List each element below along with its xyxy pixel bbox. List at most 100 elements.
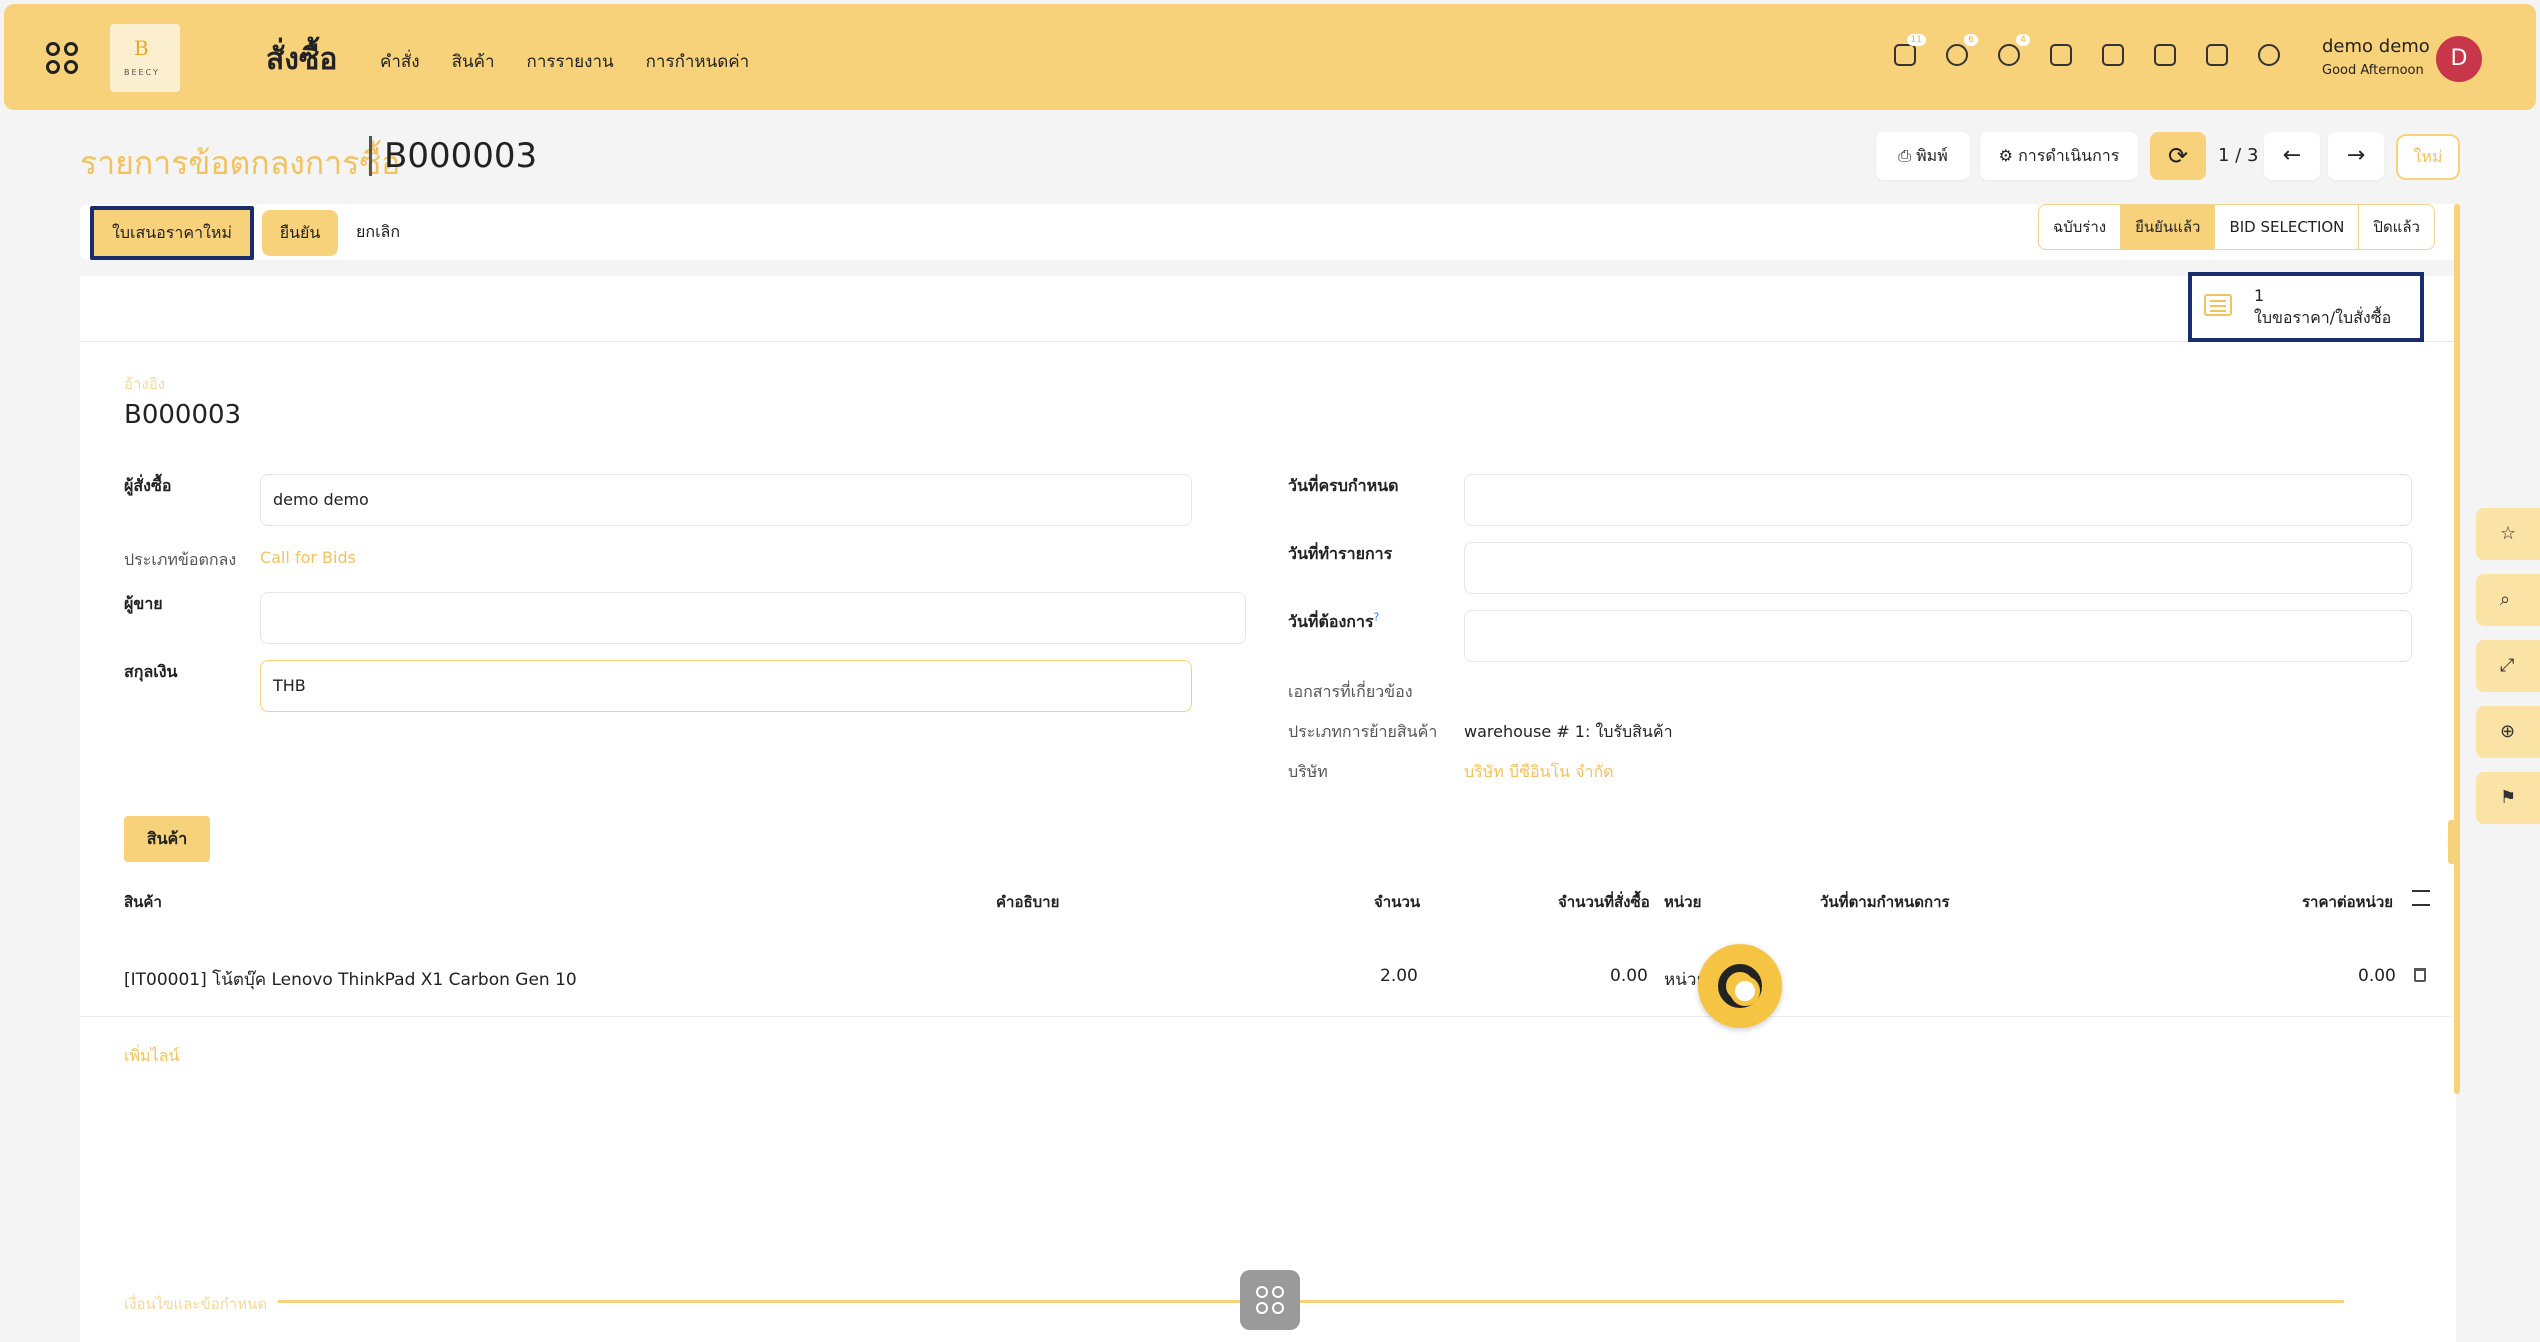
help-lifebuoy-button[interactable] <box>1698 944 1782 1028</box>
add-line-link[interactable]: เพิ่มไลน์ <box>124 1044 179 1069</box>
stage-draft[interactable]: ฉบับร่าง <box>2039 205 2122 249</box>
messages-badge: 6 <box>1964 34 1978 46</box>
gear-icon: ⚙ <box>1998 146 2019 165</box>
rfq-count: 1 <box>2254 286 2265 305</box>
apps-menu-icon[interactable] <box>46 42 80 76</box>
breadcrumb-current: B000003 <box>384 136 538 176</box>
vendor-field[interactable] <box>260 592 1246 644</box>
trash-icon[interactable] <box>2414 968 2426 982</box>
vertical-scrollbar[interactable] <box>2454 204 2460 1094</box>
menu-item-reporting[interactable]: การรายงาน <box>527 48 614 75</box>
cell-product: [IT00001] โน้ตบุ๊ค Lenovo ThinkPad X1 Ca… <box>124 970 577 990</box>
refresh-button[interactable]: ⟳ <box>2150 132 2206 180</box>
breadcrumb-parent[interactable]: รายการข้อตกลงการซื้อ <box>80 138 400 189</box>
terms-field[interactable] <box>278 1300 2344 1303</box>
status-stages: ฉบับร่าง ยืนยันแล้ว BID SELECTION ปิดแล้… <box>2038 204 2435 250</box>
button-box: 1 ใบขอราคา/ใบสั่งซื้อ <box>80 272 2456 342</box>
terms-label: เงื่อนไขและข้อกำหนด <box>124 1295 268 1313</box>
schedule-date-label: วันที่ต้องการ? <box>1288 610 1380 631</box>
search-button[interactable]: ⌕ <box>2476 574 2540 626</box>
purchaser-label: ผู้สั่งซื้อ <box>124 476 172 495</box>
picking-type-value: warehouse # 1: ใบรับสินค้า <box>1464 722 1673 741</box>
apps-fab-button[interactable] <box>1240 1270 1300 1330</box>
refresh-icon: ⟳ <box>2167 142 2189 170</box>
zoom-in-icon: ⊕ <box>2500 721 2516 742</box>
tab-products[interactable]: สินค้า <box>124 816 210 862</box>
column-uom[interactable]: หน่วย <box>1664 890 1701 914</box>
agreement-type-link[interactable]: Call for Bids <box>260 548 356 567</box>
vendor-label: ผู้ขาย <box>124 594 163 613</box>
column-ordered-quantity[interactable]: จำนวนที่สั่งซื้อ <box>1558 890 1650 914</box>
note-icon[interactable] <box>2206 44 2228 66</box>
cell-quantity: 2.00 <box>1380 966 1418 986</box>
ordering-date-label: วันที่ทำรายการ <box>1288 544 1393 563</box>
deadline-field[interactable] <box>1464 474 2412 526</box>
stage-bid-selection[interactable]: BID SELECTION <box>2215 205 2360 249</box>
company-switch-icon[interactable] <box>2050 44 2072 66</box>
bookmark-icon: ⚑ <box>2500 787 2517 808</box>
lightbulb-icon[interactable] <box>2258 44 2280 66</box>
systray: 11 6 4 <box>1894 34 2280 66</box>
messages-icon[interactable]: 6 <box>1946 34 1978 66</box>
greeting: Good Afternoon <box>2322 63 2424 78</box>
bookmark-button[interactable]: ⚑ <box>2476 772 2540 824</box>
top-navbar: B BEECY สั่งซื้อ คำสั่ง สินค้า การรายงาน… <box>4 4 2536 110</box>
printer-icon: ⎙ <box>1898 146 1917 165</box>
stage-confirmed[interactable]: ยืนยันแล้ว <box>2121 205 2216 249</box>
pager-previous-button[interactable]: ← <box>2264 132 2320 180</box>
app-title[interactable]: สั่งซื้อ <box>266 36 337 83</box>
new-button[interactable]: ใหม่ <box>2396 134 2460 180</box>
scrollbar-thumb[interactable] <box>2448 820 2456 864</box>
code-icon[interactable] <box>2102 44 2124 66</box>
schedule-date-field[interactable] <box>1464 610 2412 662</box>
side-toolbar: ☆ ⌕ ⤢ ⊕ ⚑ <box>2476 508 2540 838</box>
breadcrumb-separator <box>369 136 372 176</box>
avatar[interactable]: D <box>2436 36 2482 82</box>
stage-closed[interactable]: ปิดแล้ว <box>2359 205 2434 249</box>
currency-field[interactable]: THB <box>260 660 1192 712</box>
column-unit-price[interactable]: ราคาต่อหน่วย <box>2302 890 2393 914</box>
list-icon <box>2204 294 2232 316</box>
purchaser-field[interactable]: demo demo <box>260 474 1192 526</box>
company-link[interactable]: บริษัท บีซีอินโน จำกัด <box>1464 760 1614 785</box>
confirm-button[interactable]: ยืนยัน <box>262 210 338 256</box>
actions-button[interactable]: ⚙ การดำเนินการ <box>1980 132 2138 180</box>
picking-type-label: ประเภทการย้ายสินค้า <box>1288 722 1438 741</box>
favorite-button[interactable]: ☆ <box>2476 508 2540 560</box>
column-scheduled-date[interactable]: วันที่ตามกำหนดการ <box>1820 890 1950 914</box>
print-button[interactable]: ⎙ พิมพ์ <box>1876 132 1970 180</box>
ordering-date-field[interactable] <box>1464 542 2412 594</box>
lifebuoy-icon <box>1718 964 1762 1008</box>
paint-roller-icon[interactable] <box>2154 44 2176 66</box>
activity-icon[interactable]: 11 <box>1894 34 1926 66</box>
activity-badge: 11 <box>1906 34 1926 46</box>
user-name: demo demo <box>2322 36 2430 57</box>
source-document-label: เอกสารที่เกี่ยวข้อง <box>1288 682 1413 701</box>
cell-unit-price: 0.00 <box>2358 966 2396 986</box>
pager-next-button[interactable]: → <box>2328 132 2384 180</box>
optional-columns-icon[interactable] <box>2412 890 2430 906</box>
agreement-type-label: ประเภทข้อตกลง <box>124 550 237 569</box>
timer-badge: 4 <box>2016 34 2030 46</box>
company-label: บริษัท <box>1288 762 1328 781</box>
rfq-smart-button[interactable]: 1 ใบขอราคา/ใบสั่งซื้อ <box>2188 272 2424 342</box>
menu-item-configuration[interactable]: การกำหนดค่า <box>646 48 750 75</box>
column-quantity[interactable]: จำนวน <box>1374 890 1420 914</box>
menu-item-orders[interactable]: คำสั่ง <box>380 48 420 75</box>
timer-icon[interactable]: 4 <box>1998 34 2030 66</box>
deadline-label: วันที่ครบกำหนด <box>1288 476 1399 495</box>
new-quotation-button[interactable]: ใบเสนอราคาใหม่ <box>90 206 254 260</box>
expand-button[interactable]: ⤢ <box>2476 640 2540 692</box>
company-logo[interactable]: B BEECY <box>110 24 180 92</box>
expand-icon: ⤢ <box>2500 655 2515 676</box>
user-menu[interactable]: demo demo Good Afternoon <box>2322 36 2430 78</box>
star-icon: ☆ <box>2500 523 2517 544</box>
pager-value[interactable]: 1 / 3 <box>2218 145 2258 166</box>
cancel-button[interactable]: ยกเลิก <box>356 220 400 245</box>
column-product[interactable]: สินค้า <box>124 890 162 914</box>
zoom-button[interactable]: ⊕ <box>2476 706 2540 758</box>
column-description[interactable]: คำอธิบาย <box>996 890 1059 914</box>
search-icon: ⌕ <box>2500 589 2511 610</box>
help-tooltip-icon[interactable]: ? <box>1374 611 1380 624</box>
menu-item-products[interactable]: สินค้า <box>452 48 495 75</box>
